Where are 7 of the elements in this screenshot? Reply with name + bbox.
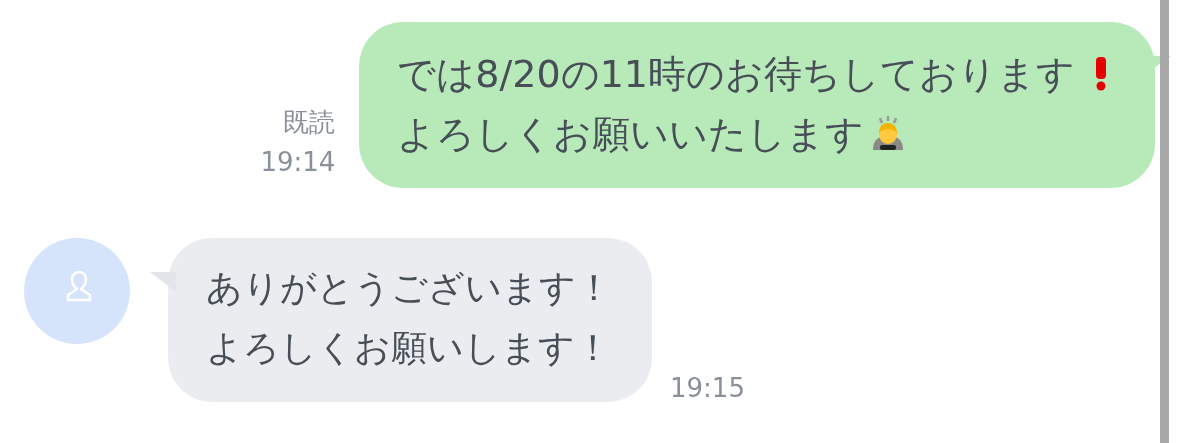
timestamp: 19:15 bbox=[670, 372, 745, 405]
read-receipt: 既読 bbox=[283, 106, 336, 139]
message-text: ありがとうございます！ bbox=[206, 266, 612, 310]
timestamp: 19:14 bbox=[260, 146, 336, 179]
message-text: よろしくお願いします！ bbox=[206, 326, 611, 370]
message-text: よろしくお願いいたします bbox=[397, 111, 865, 158]
message-text: では8/20の11時のお待ちしております bbox=[397, 51, 1075, 98]
